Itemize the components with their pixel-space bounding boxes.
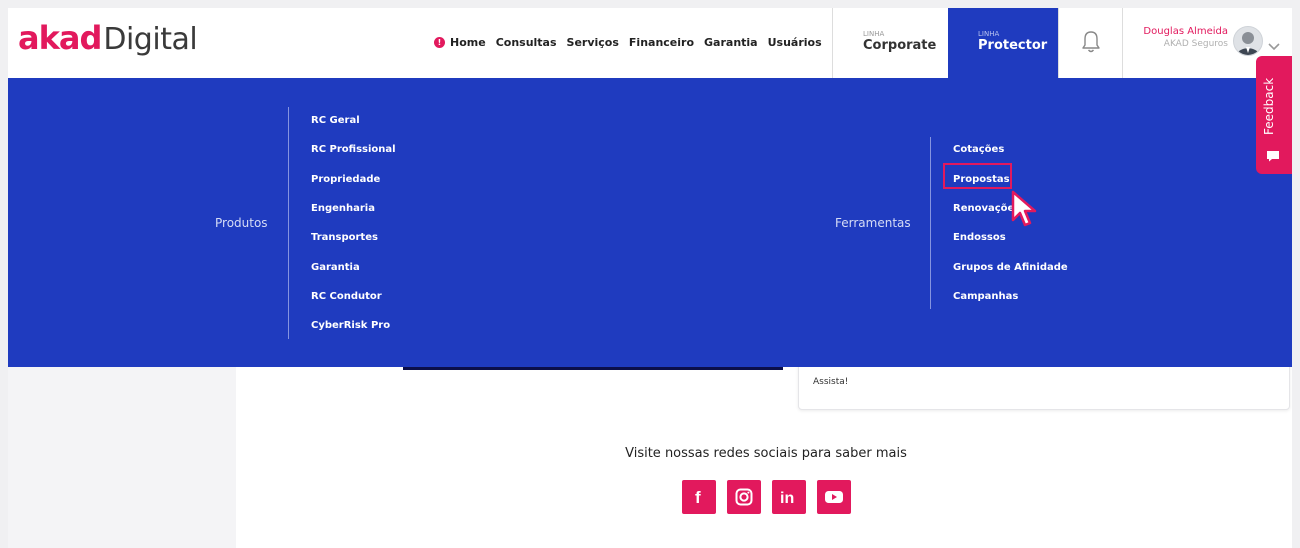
avatar[interactable] xyxy=(1233,26,1263,56)
menu-item-cotacoes[interactable]: Cotações xyxy=(953,144,1004,155)
bell-icon xyxy=(1082,31,1100,53)
svg-text:f: f xyxy=(695,488,701,506)
chat-bubble-icon xyxy=(1267,151,1279,162)
user-info[interactable]: Douglas Almeida AKAD Seguros xyxy=(1128,26,1228,49)
video-player[interactable] xyxy=(403,367,783,370)
chevron-down-icon xyxy=(1268,43,1280,51)
ferramentas-label: Ferramentas xyxy=(835,216,911,230)
linkedin-icon: in xyxy=(780,490,794,506)
video-card[interactable]: Assista! xyxy=(798,360,1290,410)
mouse-pointer-icon xyxy=(1011,190,1037,227)
produtos-label: Produtos xyxy=(215,216,268,230)
top-header: akad Digital ! Home Consultas Serviços F… xyxy=(8,8,1292,78)
card-text: Assista! xyxy=(813,377,849,387)
menu-item-propriedade[interactable]: Propriedade xyxy=(311,174,380,185)
menu-item-garantia[interactable]: Garantia xyxy=(311,262,360,273)
propostas-highlight xyxy=(943,163,1012,189)
menu-item-rc-profissional[interactable]: RC Profissional xyxy=(311,144,396,155)
tab-corporate-prefix: LINHA xyxy=(863,30,885,38)
nav-consultas[interactable]: Consultas xyxy=(496,36,557,49)
mega-menu: Produtos RC Geral RC Profissional Propri… xyxy=(8,78,1292,367)
menu-item-transportes[interactable]: Transportes xyxy=(311,232,378,243)
tab-protector-name: Protector xyxy=(978,38,1048,53)
info-icon: ! xyxy=(434,37,445,48)
main-nav: ! Home Consultas Serviços Financeiro Gar… xyxy=(434,36,822,49)
avatar-icon xyxy=(1237,32,1259,55)
linkedin-button[interactable]: in xyxy=(772,480,806,514)
youtube-button[interactable] xyxy=(817,480,851,514)
tab-corporate-name: Corporate xyxy=(863,38,937,53)
youtube-icon xyxy=(825,491,843,503)
menu-item-cyberrisk-pro[interactable]: CyberRisk Pro xyxy=(311,320,390,331)
akad-digital-logo[interactable]: akad Digital xyxy=(18,19,198,57)
instagram-icon xyxy=(735,488,753,506)
menu-item-endossos[interactable]: Endossos xyxy=(953,232,1006,243)
svg-text:in: in xyxy=(780,490,794,506)
nav-financeiro[interactable]: Financeiro xyxy=(629,36,694,49)
app-frame: Assista! Visite nossas redes sociais par… xyxy=(8,8,1292,548)
social-links: f in xyxy=(682,480,851,514)
menu-item-grupos-de-afinidade[interactable]: Grupos de Afinidade xyxy=(953,262,1068,273)
social-title: Visite nossas redes sociais para saber m… xyxy=(625,446,907,461)
user-company: AKAD Seguros xyxy=(1163,39,1228,49)
tab-protector-prefix: LINHA xyxy=(978,30,1000,38)
facebook-icon: f xyxy=(695,488,701,506)
nav-garantia[interactable]: Garantia xyxy=(704,36,758,49)
logo-akad: akad xyxy=(18,19,102,57)
feedback-label: Feedback xyxy=(1262,77,1276,135)
tab-linha-protector[interactable]: LINHA Protector xyxy=(948,8,1058,78)
user-name: Douglas Almeida xyxy=(1143,26,1228,37)
user-menu-toggle[interactable] xyxy=(1268,36,1280,55)
feedback-tab[interactable]: Feedback xyxy=(1256,56,1292,174)
nav-home[interactable]: Home xyxy=(450,36,486,49)
notifications-button[interactable] xyxy=(1058,8,1123,78)
menu-item-rc-condutor[interactable]: RC Condutor xyxy=(311,291,382,302)
produtos-divider xyxy=(288,107,289,339)
menu-item-rc-geral[interactable]: RC Geral xyxy=(311,115,360,126)
ferramentas-divider xyxy=(930,137,931,309)
nav-servicos[interactable]: Serviços xyxy=(567,36,619,49)
menu-item-campanhas[interactable]: Campanhas xyxy=(953,291,1018,302)
tab-linha-corporate[interactable]: LINHA Corporate xyxy=(832,8,948,78)
nav-usuarios[interactable]: Usuários xyxy=(768,36,822,49)
facebook-button[interactable]: f xyxy=(682,480,716,514)
logo-digital: Digital xyxy=(103,22,198,57)
instagram-button[interactable] xyxy=(727,480,761,514)
menu-item-engenharia[interactable]: Engenharia xyxy=(311,203,375,214)
